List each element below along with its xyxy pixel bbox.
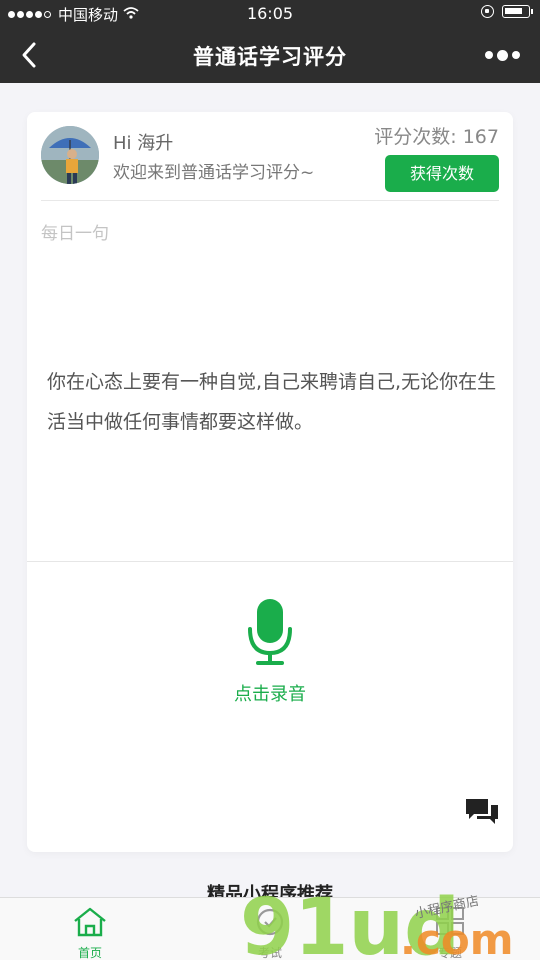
daily-quote: 你在心态上要有一种自觉,自己来聘请自己,无论你在生活当中做任何事情都要这样做。 [47,371,497,433]
avatar[interactable] [41,126,99,184]
welcome-text: 欢迎来到普通话学习评分~ [113,163,315,183]
tab-exam[interactable]: 考试 [180,898,360,960]
record-button[interactable] [245,597,295,667]
navigation-bar: 普通话学习评分 [0,28,540,83]
battery-icon [502,5,533,18]
more-button[interactable] [482,44,522,66]
tab-label: 专题 [437,946,462,960]
status-time: 16:05 [246,4,294,23]
tab-home[interactable]: 首页 [0,898,180,960]
feedback-chat-icon[interactable] [465,797,499,827]
divider [27,561,513,562]
tab-topics[interactable]: 专题 [360,898,540,960]
recommend-section-title: 精品小程序推荐 [207,884,333,898]
score-count: 评分次数: 167 [374,126,499,148]
daily-sentence-label: 每日一句 [41,224,109,244]
more-dots-icon [484,51,493,59]
tab-bar: 首页 考试 专题 [0,897,540,960]
record-label[interactable]: 点击录音 [27,680,513,706]
rotation-lock-icon [481,5,494,18]
exam-icon [256,908,284,936]
page-title: 普通话学习评分 [193,45,347,69]
user-greeting: Hi 海升 [113,133,174,154]
divider [41,200,499,201]
tab-label: 考试 [257,946,282,960]
tab-label: 首页 [77,946,102,960]
status-bar: 中国移动 16:05 [0,0,540,28]
microphone-icon [248,599,292,665]
get-more-button[interactable]: 获得次数 [385,155,499,192]
status-right [481,5,533,18]
home-icon [74,907,106,937]
main-card: Hi 海升 欢迎来到普通话学习评分~ 评分次数: 167 获得次数 每日一句 你… [27,112,513,852]
grid-icon [436,907,464,935]
